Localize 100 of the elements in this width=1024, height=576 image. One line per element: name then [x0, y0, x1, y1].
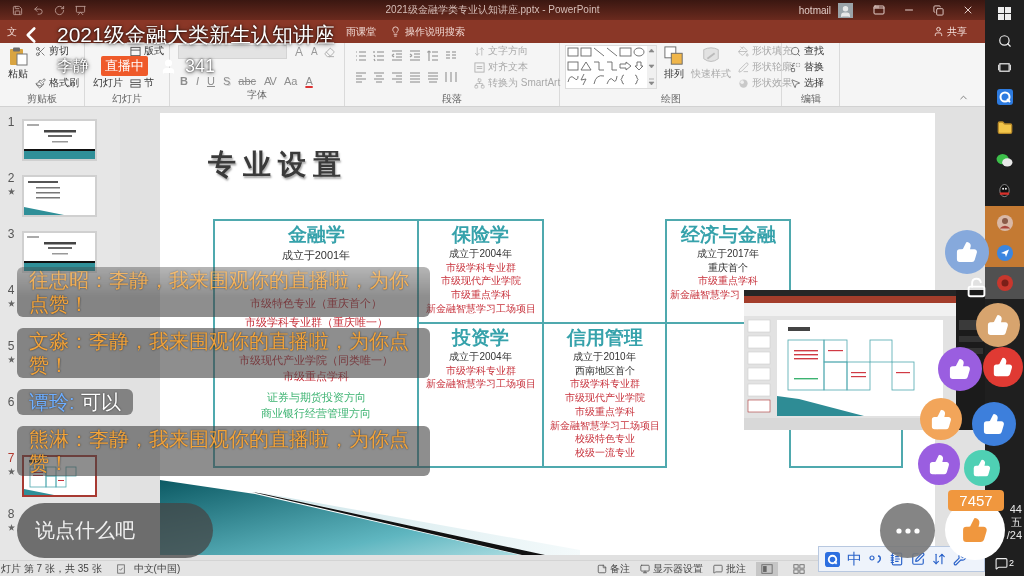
presentation-icon[interactable] — [75, 4, 86, 16]
box-title: 经济与金融 — [680, 223, 776, 247]
pen-icon — [738, 61, 749, 73]
box-line: 市级重点学科 — [574, 404, 635, 419]
proofing-icon[interactable] — [115, 563, 126, 574]
ime-logo-icon[interactable] — [825, 551, 840, 567]
search-icon — [790, 45, 801, 57]
box-line: 市级重点学科 — [698, 274, 758, 289]
ime-mode-button[interactable]: 中 — [847, 550, 862, 568]
box-line: 市级学科专业群 — [445, 260, 516, 275]
display-settings-button[interactable]: 显示器设置 — [640, 562, 703, 575]
cut-button[interactable]: 剪切 — [35, 45, 79, 57]
save-icon[interactable] — [12, 4, 23, 16]
punctuation-icon[interactable] — [869, 554, 883, 564]
group-label: 剪贴板 — [27, 92, 57, 105]
shape-effects-icon — [738, 77, 749, 89]
slide-number: 4 — [7, 283, 15, 297]
box-line: 成立于2017年 — [696, 247, 760, 261]
task-view-icon[interactable] — [998, 61, 1011, 74]
pointer-icon — [790, 77, 801, 89]
language-status[interactable]: 中文(中国) — [133, 562, 181, 575]
slide-number: 5 — [7, 339, 15, 353]
slide-count: 灯片 第 7 张，共 35 张 — [1, 562, 102, 575]
tell-me-search[interactable]: 操作说明搜索 — [390, 24, 465, 39]
box-line: 市级特色专业（重庆首个） — [250, 296, 382, 311]
box-line: 新金融智慧学习工场项目 — [425, 377, 536, 392]
box-line: 校级一流专业 — [574, 445, 635, 460]
browser-icon[interactable] — [996, 88, 1013, 105]
font-name-field[interactable] — [178, 45, 287, 59]
slide-title: 专业设置 — [208, 148, 348, 182]
comments-button[interactable]: 批注 — [713, 562, 746, 575]
box-line: 市级重点学科 — [450, 288, 511, 302]
box-title: 投资学 — [452, 326, 509, 350]
box-line: 西南地区首个 — [574, 363, 635, 378]
section-icon — [130, 77, 141, 89]
unlock-icon[interactable] — [966, 277, 987, 298]
box-line: 商业银行经营管理方向 — [261, 406, 371, 421]
box-line: 市级现代产业学院 — [564, 391, 645, 405]
replace-button[interactable]: 替换 — [790, 61, 824, 73]
share-button[interactable]: 共享 — [933, 24, 967, 39]
box-line: 市级学科专业群 — [445, 363, 516, 378]
box-line: 成立于2010年 — [573, 350, 636, 364]
grid-view-icon — [793, 562, 805, 575]
redo-icon[interactable] — [54, 4, 65, 16]
thumbs-up-icon — [962, 517, 988, 543]
box-line: 市级学科专业群（重庆唯一） — [244, 314, 388, 330]
account-name: hotmail — [798, 4, 831, 16]
find-button[interactable]: 查找 — [790, 45, 824, 57]
swap-icon[interactable] — [932, 552, 946, 566]
taskbar-button[interactable] — [985, 206, 1024, 239]
notes-button[interactable]: 备注 — [597, 562, 630, 575]
group-label: 段落 — [442, 92, 462, 105]
lightbulb-icon — [390, 26, 401, 37]
new-slide-button[interactable]: 幻灯片 — [93, 77, 123, 89]
slide-number: 8 — [7, 507, 15, 521]
paste-button[interactable]: 粘贴 — [8, 46, 28, 80]
chat-bubbles-icon[interactable] — [996, 152, 1013, 168]
align-text-icon — [474, 61, 485, 73]
monitor-icon — [640, 563, 650, 574]
viewer-count: 341 — [185, 57, 216, 75]
person-icon — [933, 26, 944, 37]
avatar-icon — [838, 2, 853, 18]
windows-logo-icon[interactable] — [998, 7, 1011, 20]
format-painter-button[interactable]: 格式刷 — [35, 77, 79, 89]
slide-number: 2 — [7, 171, 15, 185]
shapes-gallery[interactable] — [565, 45, 657, 89]
group-label: 字体 — [247, 88, 267, 101]
person-icon — [160, 57, 177, 75]
avatar-icon — [996, 214, 1013, 231]
slide-number: 1 — [7, 115, 15, 129]
close-icon[interactable] — [962, 4, 974, 16]
ribbon-options-icon[interactable] — [873, 4, 885, 16]
notification-icon — [995, 556, 1008, 570]
undo-icon[interactable] — [33, 4, 44, 16]
box-line: 重庆首个 — [708, 260, 748, 275]
box-title: 信用管理 — [566, 326, 643, 350]
folder-icon[interactable] — [996, 120, 1013, 136]
clock-date: /24 — [1006, 529, 1022, 542]
select-button[interactable]: 选择 — [790, 77, 824, 89]
view-button[interactable] — [756, 561, 778, 576]
slide-thumbnail[interactable] — [22, 455, 97, 497]
numbering-icon[interactable] — [373, 50, 385, 62]
ribbon-tab[interactable]: 雨课堂 — [342, 21, 380, 42]
arrange-icon — [664, 46, 684, 66]
search-icon[interactable] — [997, 33, 1012, 48]
box-line: 证券与期货投资方向 — [266, 390, 366, 405]
chat-input[interactable]: 说点什么吧 — [17, 503, 213, 558]
figure-icon[interactable] — [998, 183, 1011, 199]
group-label: 编辑 — [800, 92, 821, 105]
notebook-icon[interactable] — [890, 552, 904, 566]
edit-icon[interactable] — [911, 552, 925, 566]
section-button[interactable]: 节 — [130, 77, 164, 89]
group-label: 幻灯片 — [112, 92, 142, 105]
slide-number: 7 — [7, 451, 15, 465]
group-label: 绘图 — [660, 92, 681, 105]
restore-icon[interactable] — [933, 4, 944, 16]
ribbon-tab[interactable]: 文 — [3, 21, 21, 42]
live-badge: 直播中 — [101, 56, 148, 76]
box-line: 新金融智慧学习工场项目 — [549, 418, 660, 433]
arrange-button[interactable]: 排列 — [664, 46, 684, 80]
